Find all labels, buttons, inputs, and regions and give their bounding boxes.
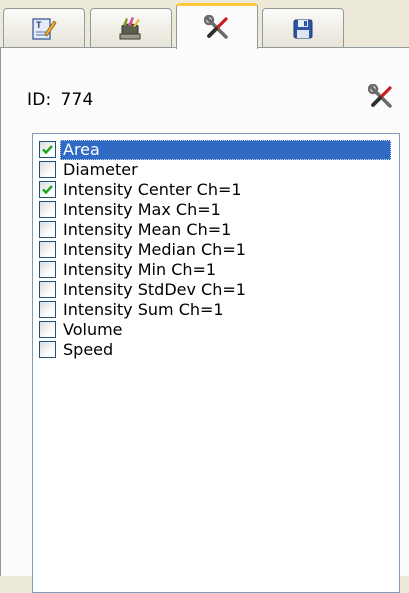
- checkbox[interactable]: [39, 301, 56, 318]
- edit-text-icon: T: [31, 16, 57, 42]
- checkmark-icon: [42, 145, 53, 155]
- checkbox[interactable]: [39, 281, 56, 298]
- checkmark-icon: [42, 185, 53, 195]
- list-item[interactable]: Intensity Min Ch=1: [33, 260, 397, 280]
- wrench-screwdriver-icon: [367, 83, 394, 114]
- object-id-value: 774: [60, 90, 94, 110]
- list-item-label: Intensity StdDev Ch=1: [63, 280, 246, 299]
- tab-save[interactable]: [262, 8, 344, 48]
- checkbox[interactable]: [39, 241, 56, 258]
- object-id-label: ID:: [27, 90, 52, 110]
- checkbox[interactable]: [39, 341, 56, 358]
- list-item[interactable]: Volume: [33, 320, 397, 340]
- list-item-label: Intensity Min Ch=1: [63, 260, 217, 279]
- wrench-screwdriver-icon: [204, 14, 230, 41]
- list-item-label: Intensity Max Ch=1: [63, 200, 221, 219]
- list-item-label: Intensity Center Ch=1: [63, 180, 242, 199]
- list-item[interactable]: Intensity Median Ch=1: [33, 240, 397, 260]
- measurement-tools-button[interactable]: [364, 82, 398, 116]
- list-item-label: Intensity Median Ch=1: [63, 240, 246, 259]
- list-item[interactable]: Intensity Center Ch=1: [33, 180, 397, 200]
- checkbox[interactable]: [39, 321, 56, 338]
- checkbox[interactable]: [39, 201, 56, 218]
- list-item-label: Intensity Sum Ch=1: [63, 300, 224, 319]
- list-item-label: Intensity Mean Ch=1: [63, 220, 232, 239]
- list-item[interactable]: Diameter: [33, 160, 397, 180]
- list-item[interactable]: Area: [33, 140, 397, 160]
- list-item[interactable]: Intensity StdDev Ch=1: [33, 280, 397, 300]
- list-item[interactable]: Intensity Mean Ch=1: [33, 220, 397, 240]
- list-item-label: Diameter: [63, 160, 138, 179]
- object-id: ID: 774: [27, 90, 94, 110]
- tab-measurements[interactable]: [176, 3, 258, 49]
- measurement-checklist[interactable]: Area Diameter Intensity Center Ch=1 Inte…: [32, 133, 400, 593]
- tab-edit[interactable]: T: [3, 8, 85, 48]
- measurements-panel: ID: 774 Area Diameter Intensity Center Ch…: [0, 47, 409, 593]
- list-item-label: Speed: [63, 340, 114, 359]
- tab-strip: T: [0, 0, 409, 49]
- save-disk-icon: [290, 16, 316, 42]
- paint-tools-icon: [118, 16, 144, 42]
- svg-text:T: T: [36, 20, 42, 30]
- tab-paint[interactable]: [90, 8, 172, 48]
- checkbox[interactable]: [39, 141, 56, 158]
- checkbox[interactable]: [39, 221, 56, 238]
- checkbox[interactable]: [39, 161, 56, 178]
- list-item-label: Area: [60, 140, 391, 160]
- checkbox[interactable]: [39, 181, 56, 198]
- list-item[interactable]: Intensity Sum Ch=1: [33, 300, 397, 320]
- list-item-label: Volume: [63, 320, 123, 339]
- list-item[interactable]: Intensity Max Ch=1: [33, 200, 397, 220]
- checkbox[interactable]: [39, 261, 56, 278]
- list-item[interactable]: Speed: [33, 340, 397, 360]
